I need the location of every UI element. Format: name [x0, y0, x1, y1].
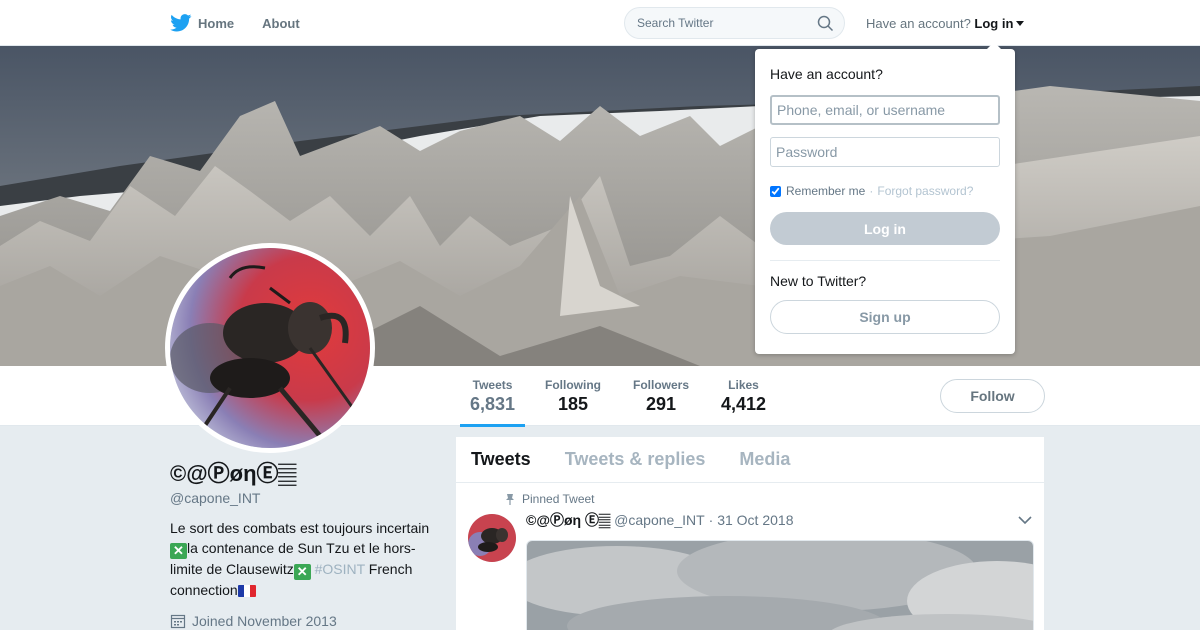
- follow-button[interactable]: Follow: [940, 379, 1045, 413]
- ant-photo-image: [170, 248, 370, 448]
- nav-about[interactable]: About: [262, 16, 300, 31]
- twitter-bird-icon: [170, 14, 192, 32]
- hashtag-link[interactable]: #OSINT: [315, 561, 365, 577]
- profile-bio: Le sort des combats est toujours incerta…: [170, 518, 440, 600]
- france-flag-icon: [237, 585, 256, 597]
- timeline-tabs: Tweets Tweets & replies Media: [456, 437, 1044, 483]
- profile-name[interactable]: ©@ⓅøηⒺ𝄛: [170, 460, 440, 488]
- tweet-date[interactable]: · 31 Oct 2018: [709, 512, 794, 528]
- stat-following[interactable]: Following 185: [545, 378, 601, 415]
- signup-button[interactable]: Sign up: [770, 300, 1000, 334]
- cloudy-sky-image: [527, 541, 1033, 630]
- search-icon[interactable]: [817, 15, 834, 32]
- pinned-tweet-label: Pinned Tweet: [504, 492, 595, 506]
- top-navigation-bar: Home About Have an account? Log in: [0, 0, 1200, 46]
- profile-avatar[interactable]: [165, 243, 375, 453]
- stat-tweets[interactable]: Tweets 6,831: [460, 378, 526, 427]
- tweet-header: ©@Ⓟøη Ⓔ𝄛 @capone_INT · 31 Oct 2018: [526, 510, 793, 530]
- remember-row: Remember me · Forgot password?: [770, 184, 973, 198]
- search-input[interactable]: [637, 16, 807, 30]
- stat-label: Followers: [633, 378, 690, 392]
- tweet-author-name[interactable]: ©@Ⓟøη Ⓔ𝄛: [526, 510, 610, 530]
- remember-me-checkbox[interactable]: [770, 185, 781, 197]
- stat-value: 6,831: [470, 394, 516, 414]
- stat-label: Likes: [728, 378, 759, 392]
- joined-text: Joined November 2013: [192, 613, 337, 629]
- stat-value: 291: [645, 394, 677, 414]
- stat-label: Tweets: [472, 378, 513, 392]
- pin-icon: [506, 494, 514, 505]
- cross-mark-emoji-icon: ✕: [293, 564, 311, 580]
- pinned-text: Pinned Tweet: [522, 492, 595, 506]
- stat-value: 4,412: [721, 394, 767, 414]
- new-to-twitter-text: New to Twitter?: [770, 273, 867, 289]
- nav-home[interactable]: Home: [170, 14, 234, 32]
- nav-links: Home About: [170, 0, 328, 46]
- forgot-password-link[interactable]: Forgot password?: [877, 184, 973, 198]
- chevron-down-icon[interactable]: [1018, 515, 1032, 525]
- tab-media[interactable]: Media: [739, 449, 790, 470]
- tweet-author-handle[interactable]: @capone_INT: [614, 512, 704, 528]
- joined-date: Joined November 2013: [170, 613, 440, 629]
- stat-followers[interactable]: Followers 291: [633, 378, 689, 415]
- login-dropdown: Have an account? Remember me · Forgot pa…: [755, 42, 1015, 354]
- profile-sidebar: ©@ⓅøηⒺ𝄛 @capone_INT Le sort des combats …: [170, 460, 440, 629]
- divider: [770, 260, 1000, 261]
- remember-label: Remember me: [786, 184, 866, 198]
- stat-value: 185: [557, 394, 589, 414]
- bio-text-1: Le sort des combats est toujours incerta…: [170, 520, 430, 536]
- username-field[interactable]: [770, 95, 1000, 125]
- login-button[interactable]: Log in: [770, 212, 1000, 245]
- stat-label: Following: [545, 378, 601, 392]
- profile-handle[interactable]: @capone_INT: [170, 490, 440, 506]
- calendar-icon: [170, 614, 186, 629]
- login-link[interactable]: Log in: [974, 16, 1013, 31]
- tab-tweets[interactable]: Tweets: [471, 449, 531, 470]
- tab-tweets-and-replies[interactable]: Tweets & replies: [565, 449, 706, 470]
- tweet-avatar[interactable]: [468, 514, 516, 562]
- nav-home-label: Home: [198, 15, 235, 31]
- password-field[interactable]: [770, 137, 1000, 167]
- stat-likes[interactable]: Likes 4,412: [721, 378, 766, 415]
- timeline: Tweets Tweets & replies Media Pinned Twe…: [456, 437, 1044, 630]
- caret-down-icon: [1016, 21, 1025, 26]
- account-login-toggle[interactable]: Have an account? Log in: [866, 16, 1025, 31]
- ant-photo-image: [468, 514, 516, 562]
- separator-dot: ·: [869, 184, 874, 198]
- cross-mark-emoji-icon: ✕: [170, 543, 187, 559]
- search-box: [624, 7, 845, 39]
- tweet-media-image[interactable]: [526, 540, 1034, 630]
- account-prompt: Have an account?: [866, 16, 971, 31]
- dropdown-title: Have an account?: [770, 66, 883, 82]
